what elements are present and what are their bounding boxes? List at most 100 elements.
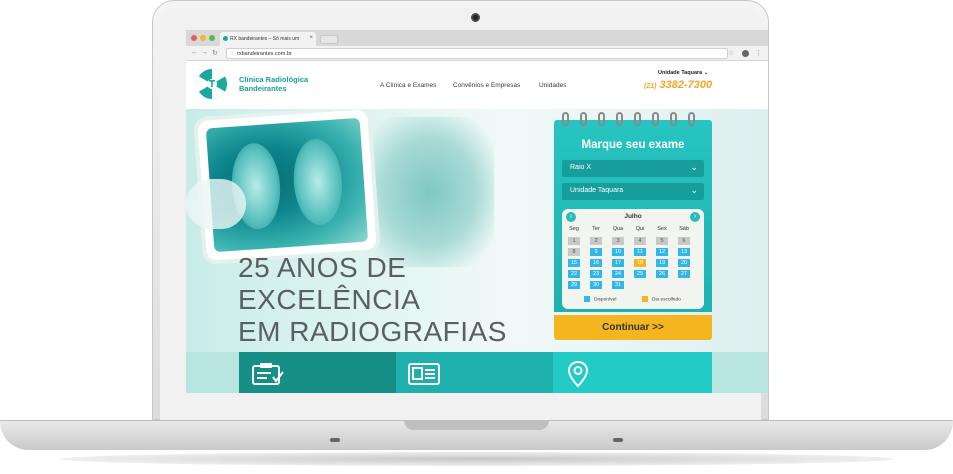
calendar-day-past: 6 xyxy=(678,237,690,245)
calendar-day[interactable]: 23 xyxy=(590,270,602,278)
unit-select[interactable]: Unidade Taquara ⌄ xyxy=(562,183,704,200)
hand-image xyxy=(186,179,246,229)
ring-icon xyxy=(580,112,587,126)
exam-select-value: Raio X xyxy=(570,164,592,171)
tab-title: RX bandeirantes – Só mais um xyxy=(230,36,300,42)
id-card-icon xyxy=(408,363,440,385)
calendar-day[interactable]: 20 xyxy=(678,259,690,267)
laptop-shadow xyxy=(60,452,893,466)
calendar-day[interactable]: 27 xyxy=(678,270,690,278)
address-bar: ← → ↻ ◌ rxbandeirantes.com.br ☆ ⋮ xyxy=(186,46,768,61)
clinic-logo-icon[interactable] xyxy=(196,68,228,100)
reload-icon[interactable]: ↻ xyxy=(212,49,218,57)
brand-name[interactable]: Clínica Radiológica Bandeirantes xyxy=(239,75,308,93)
calendar-day[interactable]: 16 xyxy=(590,259,602,267)
calendar-day[interactable]: 11 xyxy=(634,248,646,256)
browser-menu-icon[interactable]: ⋮ xyxy=(755,49,762,57)
calendar-day[interactable]: 22 xyxy=(568,270,580,278)
calendar-day[interactable]: 13 xyxy=(678,248,690,256)
weekday-label: Seg xyxy=(569,226,579,232)
brand-line-2: Bandeirantes xyxy=(239,84,287,93)
weekday-label: Qua xyxy=(612,226,624,232)
legend-swatch xyxy=(642,296,648,302)
ring-icon xyxy=(634,112,641,126)
weekday-label: Sex xyxy=(657,226,667,232)
chevron-down-icon: ⌄ xyxy=(690,162,698,172)
continue-button[interactable]: Continuar >> xyxy=(554,315,712,340)
booking-widget: Marque seu exame Raio X ⌄ Unidade Taquar… xyxy=(554,112,712,343)
calendar-day-past: 4 xyxy=(634,237,646,245)
extension-icon[interactable] xyxy=(742,50,749,57)
nav-clinica-exames[interactable]: A Clínica e Exames xyxy=(380,82,436,89)
chevron-down-icon: ⌄ xyxy=(703,70,709,76)
ring-icon xyxy=(670,112,677,126)
minimize-window-icon[interactable] xyxy=(200,35,206,41)
browser-tab[interactable]: RX bandeirantes – Só mais um × xyxy=(220,32,316,46)
feature-block-insurance[interactable] xyxy=(396,352,553,393)
unit-select-value: Unidade Taquara xyxy=(570,187,624,194)
page-info-icon: ◌ xyxy=(230,51,234,57)
next-month-icon[interactable]: › xyxy=(690,212,700,222)
calendar-day-past: 1 xyxy=(568,237,580,245)
legend-available-label: Disponível xyxy=(594,297,617,303)
browser-tabbar: RX bandeirantes – Só mais um × xyxy=(186,30,768,46)
hero-headline-line-3: EM RADIOGRAFIAS xyxy=(238,316,507,347)
laptop-foot xyxy=(613,438,623,442)
clipboard-check-icon xyxy=(252,363,284,385)
url-input[interactable]: ◌ rxbandeirantes.com.br xyxy=(226,48,728,59)
calendar-day[interactable]: 19 xyxy=(656,259,668,267)
calendar-day[interactable]: 24 xyxy=(612,270,624,278)
calendar-day-past: 3 xyxy=(612,237,624,245)
exam-select[interactable]: Raio X ⌄ xyxy=(562,160,704,177)
screen: RX bandeirantes – Só mais um × ← → ↻ ◌ r… xyxy=(186,30,768,393)
feature-block-units[interactable] xyxy=(553,352,712,393)
forward-icon[interactable]: → xyxy=(201,49,208,56)
calendar-day[interactable]: 15 xyxy=(568,259,580,267)
lung-shape xyxy=(290,137,345,227)
calendar-day[interactable]: 10 xyxy=(612,248,624,256)
calendar-month: Julho xyxy=(624,213,642,220)
calendar-day[interactable]: 26 xyxy=(656,270,668,278)
booking-title: Marque seu exame xyxy=(581,139,685,151)
hero-headline-line-2: EXCELÊNCIA xyxy=(238,284,421,315)
favicon-icon xyxy=(223,36,228,41)
phone-number[interactable]: (21) 3382-7300 xyxy=(644,79,712,91)
new-tab-button[interactable] xyxy=(320,35,338,44)
calendar-day[interactable]: 9 xyxy=(590,248,602,256)
camera-icon xyxy=(471,13,480,22)
nav-convenios-empresas[interactable]: Convênios e Empresas xyxy=(453,82,520,89)
calendar-day[interactable]: 31 xyxy=(612,281,624,289)
ring-icon xyxy=(598,112,605,126)
calendar-day-chosen[interactable]: 18 xyxy=(634,259,646,267)
ring-icon xyxy=(562,112,569,126)
url-text: rxbandeirantes.com.br xyxy=(237,51,292,57)
calendar-day-past: 2 xyxy=(590,237,602,245)
legend-chosen-label: Dia escolhido xyxy=(652,297,681,303)
weekday-label: Sáb xyxy=(679,226,689,232)
calendar-day[interactable]: 25 xyxy=(634,270,646,278)
unit-selector[interactable]: Unidade Taquara ⌄ xyxy=(658,70,708,76)
calendar-day[interactable]: 12 xyxy=(656,248,668,256)
bookmark-star-icon[interactable]: ☆ xyxy=(728,49,734,57)
calendar: ‹ Julho › Disponível Dia escolhido Seg Te… xyxy=(562,209,704,309)
feature-block-exams[interactable] xyxy=(239,352,396,393)
calendar-day[interactable]: 17 xyxy=(612,259,624,267)
calendar-day-past: 8 xyxy=(568,248,580,256)
ring-icon xyxy=(652,112,659,126)
back-icon[interactable]: ← xyxy=(191,49,198,56)
xray-film-image xyxy=(364,117,494,267)
nav-unidades[interactable]: Unidades xyxy=(539,82,566,89)
legend-swatch xyxy=(584,296,590,302)
location-pin-icon xyxy=(567,360,589,388)
legend-chosen: Dia escolhido xyxy=(642,296,681,302)
laptop-notch xyxy=(404,420,549,430)
maximize-window-icon[interactable] xyxy=(209,35,215,41)
phone-digits: 3382-7300 xyxy=(659,79,713,91)
close-tab-icon[interactable]: × xyxy=(309,35,313,41)
weekday-label: Qui xyxy=(635,226,645,232)
hero-headline-line-1: 25 ANOS DE xyxy=(238,252,407,283)
calendar-day[interactable]: 30 xyxy=(590,281,602,289)
ring-icon xyxy=(616,112,623,126)
close-window-icon[interactable] xyxy=(191,35,197,41)
calendar-day[interactable]: 29 xyxy=(568,281,580,289)
